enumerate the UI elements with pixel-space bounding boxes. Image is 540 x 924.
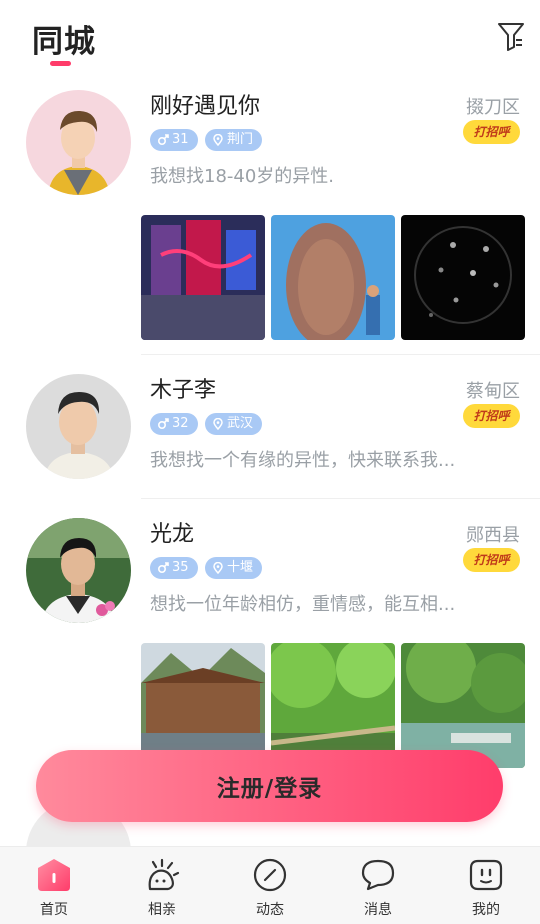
user-name: 刚好遇见你 (150, 94, 261, 119)
age-tag: 35 (150, 557, 198, 579)
user-card[interactable]: 光龙 郧西县 打招呼 35 十堰 想找一位年龄相仿，重情感，能互相... (0, 516, 540, 786)
location-icon (213, 562, 223, 574)
tab-label: 相亲 (148, 902, 176, 918)
page-title: 同城 (32, 24, 96, 60)
location-icon (213, 418, 223, 430)
tab-bar: 首页 相亲 动态 消息 我的 (0, 846, 540, 924)
tab-matchmaking[interactable]: 相亲 (122, 847, 202, 924)
avatar[interactable] (26, 90, 131, 195)
intro-text: 想找一位年龄相仿，重情感，能互相... (150, 594, 456, 615)
tab-label: 消息 (364, 902, 392, 918)
city-tag: 荆门 (205, 129, 263, 151)
matchmaking-icon (148, 858, 180, 891)
tab-home[interactable]: 首页 (14, 847, 94, 924)
tab-label: 动态 (256, 902, 284, 918)
photo[interactable] (401, 215, 525, 340)
male-icon (157, 134, 169, 146)
register-login-button[interactable]: 注册/登录 (36, 750, 503, 822)
header: 同城 (0, 0, 540, 76)
photo[interactable] (271, 215, 395, 340)
profile-icon (469, 859, 503, 891)
district-label: 郧西县 (466, 525, 520, 546)
tab-label: 我的 (472, 902, 500, 918)
intro-text: 我想找18-40岁的异性. (150, 166, 335, 187)
age-value: 35 (172, 560, 189, 575)
male-icon (157, 562, 169, 574)
age-tag: 31 (150, 129, 198, 151)
photo-grid (141, 215, 525, 340)
city-tag: 武汉 (205, 413, 263, 435)
moments-icon (253, 858, 287, 892)
title-underline (50, 61, 71, 66)
greet-button[interactable]: 打招呼 (463, 548, 520, 572)
photo[interactable] (141, 215, 265, 340)
user-card[interactable]: 刚好遇见你 掇刀区 打招呼 31 荆门 我想找18-40岁的异性. (0, 88, 540, 358)
age-value: 31 (172, 132, 189, 147)
greet-button[interactable]: 打招呼 (463, 404, 520, 428)
district-label: 蔡甸区 (466, 381, 520, 402)
message-icon (361, 859, 395, 891)
city-value: 武汉 (227, 416, 254, 431)
city-value: 十堰 (227, 560, 254, 575)
divider (141, 498, 540, 499)
user-name: 木子李 (150, 378, 217, 403)
user-name: 光龙 (150, 522, 195, 547)
city-tag: 十堰 (205, 557, 263, 579)
tab-messages[interactable]: 消息 (338, 847, 418, 924)
avatar[interactable] (26, 518, 131, 623)
tab-profile[interactable]: 我的 (446, 847, 526, 924)
home-icon (38, 859, 70, 891)
tab-label: 首页 (40, 902, 68, 918)
user-card[interactable]: 木子李 蔡甸区 打招呼 32 武汉 我想找一个有缘的异性，快来联系我... (0, 372, 540, 500)
age-tag: 32 (150, 413, 198, 435)
avatar[interactable] (26, 374, 131, 479)
male-icon (157, 418, 169, 430)
tab-moments[interactable]: 动态 (230, 847, 310, 924)
location-icon (213, 134, 223, 146)
greet-button[interactable]: 打招呼 (463, 120, 520, 144)
district-label: 掇刀区 (466, 97, 520, 118)
divider (141, 354, 540, 355)
age-value: 32 (172, 416, 189, 431)
filter-button[interactable] (496, 20, 526, 52)
city-value: 荆门 (227, 132, 254, 147)
intro-text: 我想找一个有缘的异性，快来联系我... (150, 450, 456, 471)
filter-icon (498, 23, 524, 51)
